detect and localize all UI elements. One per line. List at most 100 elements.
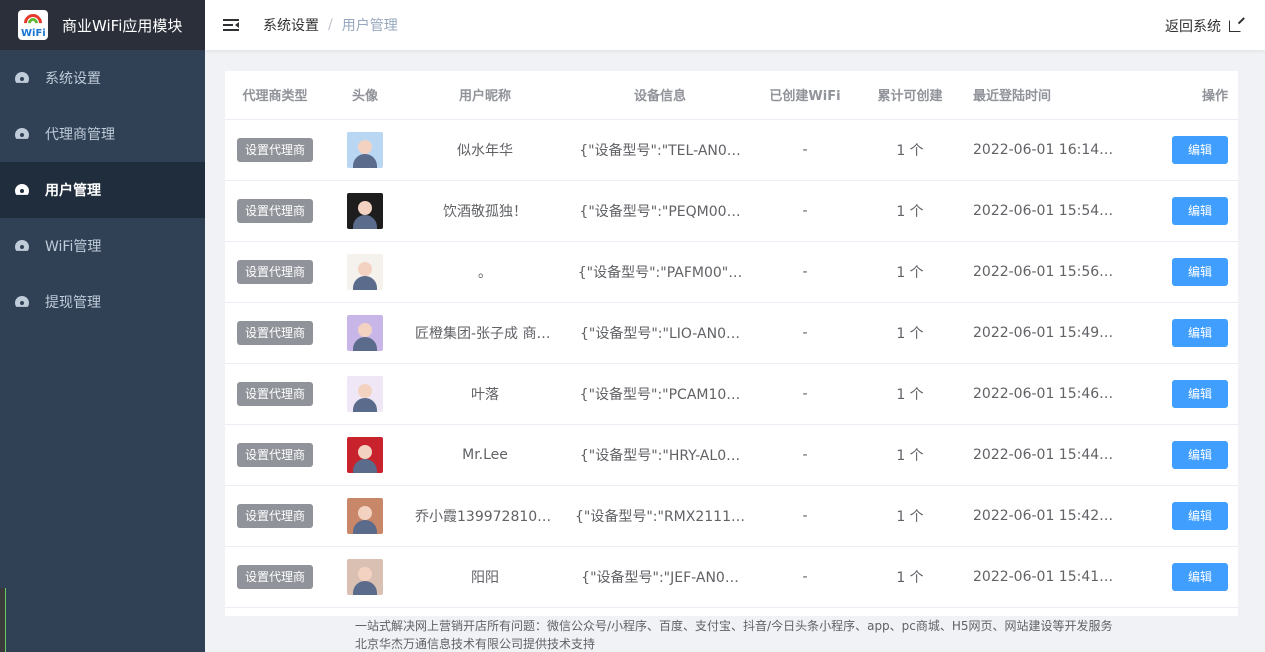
quota-cell: 1 个 xyxy=(855,180,965,242)
footer: 一站式解决网上营销开店所有问题：微信公众号/小程序、百度、支付宝、抖音/今日头条… xyxy=(355,617,1113,652)
actions-cell: 编辑 xyxy=(1125,241,1238,303)
avatar xyxy=(347,436,383,473)
col-actions: 操作 xyxy=(1125,71,1238,120)
edit-button[interactable]: 编辑 xyxy=(1172,196,1228,225)
nickname-cell: 匠橙集团-张子成 商城… xyxy=(405,302,565,364)
sidebar-item-agent-management[interactable]: 代理商管理 xyxy=(0,106,205,162)
last-login-cell: 2022-06-01 15:42:25 xyxy=(965,485,1125,547)
col-created-wifi: 已创建WiFi xyxy=(755,71,855,120)
col-quota: 累计可创建 xyxy=(855,71,965,120)
table-row: 设置代理商 Mr.Lee {"设备型号":"HRY-AL0… -1 个 2022-06-… xyxy=(225,424,1238,486)
set-agent-button[interactable]: 设置代理商 xyxy=(236,259,313,284)
sidebar-item-wifi-management[interactable]: WiFi管理 xyxy=(0,218,205,274)
set-agent-button[interactable]: 设置代理商 xyxy=(236,564,313,589)
agent-type-cell: 设置代理商 xyxy=(225,546,325,608)
sidebar-item-withdrawal-management[interactable]: 提现管理 xyxy=(0,274,205,330)
set-agent-button[interactable]: 设置代理商 xyxy=(236,381,313,406)
user-table-card: 代理商类型 头像 用户昵称 设备信息 已创建WiFi 累计可创建 最近登陆时间 … xyxy=(225,71,1238,616)
avatar-cell xyxy=(325,241,405,303)
actions-cell: 编辑 xyxy=(1125,546,1238,608)
avatar-cell xyxy=(325,180,405,242)
sidebar-item-label: WiFi管理 xyxy=(45,239,102,255)
set-agent-button[interactable]: 设置代理商 xyxy=(236,198,313,223)
last-login-cell: 2022-06-01 15:49:02 xyxy=(965,302,1125,364)
last-login-cell: 2022-06-01 15:54:47 xyxy=(965,180,1125,242)
nickname-cell: Mr.Lee xyxy=(405,424,565,486)
quota-cell: 1 个 xyxy=(855,241,965,303)
set-agent-button[interactable]: 设置代理商 xyxy=(236,320,313,345)
avatar xyxy=(347,497,383,534)
sidebar-item-label: 代理商管理 xyxy=(45,127,115,143)
table-row: 设置代理商 饮酒敬孤独！ {"设备型号":"PEQM00… -1 个 2022-06-0… xyxy=(225,180,1238,242)
set-agent-button[interactable]: 设置代理商 xyxy=(236,442,313,467)
sidebar-item-user-management[interactable]: 用户管理 xyxy=(0,162,205,218)
external-link-icon xyxy=(1229,20,1241,32)
breadcrumb: 系统设置 / 用户管理 xyxy=(263,15,398,35)
device-info-cell: {"设备型号":"HRY-AL0… xyxy=(565,424,755,486)
avatar xyxy=(347,558,383,595)
set-agent-button[interactable]: 设置代理商 xyxy=(236,503,313,528)
edit-button[interactable]: 编辑 xyxy=(1172,379,1228,408)
actions-cell: 编辑 xyxy=(1125,485,1238,547)
avatar xyxy=(347,375,383,412)
back-to-system-link[interactable]: 返回系统 xyxy=(1165,16,1241,36)
dashboard-icon xyxy=(15,184,29,196)
col-last-login: 最近登陆时间 xyxy=(965,71,1125,120)
set-agent-button[interactable]: 设置代理商 xyxy=(236,137,313,162)
sidebar: WiFi 商业WiFi应用模块 系统设置 代理商管理 用户管理 WiFi管理 提… xyxy=(0,0,205,652)
brand[interactable]: WiFi 商业WiFi应用模块 xyxy=(0,0,205,50)
actions-cell: 编辑 xyxy=(1125,180,1238,242)
agent-type-cell: 设置代理商 xyxy=(225,180,325,242)
quota-cell: 1 个 xyxy=(855,424,965,486)
actions-cell: 编辑 xyxy=(1125,363,1238,425)
nickname-cell: 。 xyxy=(405,241,565,303)
device-info-cell: {"设备型号":"TEL-AN0… xyxy=(565,119,755,181)
agent-type-cell: 设置代理商 xyxy=(225,241,325,303)
wifi-logo-icon: WiFi xyxy=(18,10,48,40)
created-wifi-cell: - xyxy=(755,241,855,303)
actions-cell: 编辑 xyxy=(1125,119,1238,181)
edit-button[interactable]: 编辑 xyxy=(1172,135,1228,164)
device-info-cell: {"设备型号":"PAFM00"… xyxy=(565,241,755,303)
edit-button[interactable]: 编辑 xyxy=(1172,257,1228,286)
col-device-info: 设备信息 xyxy=(565,71,755,120)
table-row: 设置代理商 似水年华 {"设备型号":"TEL-AN0… -1 个 2022-06-01… xyxy=(225,119,1238,181)
navbar: 系统设置 / 用户管理 返回系统 xyxy=(205,0,1265,50)
avatar-cell xyxy=(325,424,405,486)
table-row: 设置代理商 匠橙集团-张子成 商城… {"设备型号":"LIO-AN0… -1 个 20… xyxy=(225,302,1238,364)
edit-button[interactable]: 编辑 xyxy=(1172,562,1228,591)
last-login-cell: 2022-06-01 16:14:36 xyxy=(965,119,1125,181)
nickname-cell: 阳阳 xyxy=(405,546,565,608)
sidebar-item-label: 用户管理 xyxy=(45,183,101,199)
quota-cell: 1 个 xyxy=(855,363,965,425)
agent-type-cell: 设置代理商 xyxy=(225,485,325,547)
dashboard-icon xyxy=(15,240,29,252)
footer-services-text: 一站式解决网上营销开店所有问题：微信公众号/小程序、百度、支付宝、抖音/今日头条… xyxy=(355,619,1113,633)
agent-type-cell: 设置代理商 xyxy=(225,424,325,486)
hamburger-menu-icon[interactable] xyxy=(223,19,239,31)
breadcrumb-separator: / xyxy=(328,17,333,33)
last-login-cell: 2022-06-01 15:44:06 xyxy=(965,424,1125,486)
edit-button[interactable]: 编辑 xyxy=(1172,501,1228,530)
sidebar-scroll-handle[interactable] xyxy=(0,588,6,652)
dashboard-icon xyxy=(15,296,29,308)
nickname-cell: 乔小霞13997281076… xyxy=(405,485,565,547)
avatar-cell xyxy=(325,546,405,608)
edit-button[interactable]: 编辑 xyxy=(1172,318,1228,347)
breadcrumb-system-settings[interactable]: 系统设置 xyxy=(263,15,319,35)
dashboard-icon xyxy=(15,72,29,84)
quota-cell: 1 个 xyxy=(855,546,965,608)
created-wifi-cell: - xyxy=(755,180,855,242)
brand-title: 商业WiFi应用模块 xyxy=(62,16,183,35)
sidebar-item-label: 提现管理 xyxy=(45,295,101,311)
main-content: 代理商类型 头像 用户昵称 设备信息 已创建WiFi 累计可创建 最近登陆时间 … xyxy=(205,50,1251,652)
footer-company-text: 北京华杰万通信息技术有限公司提供技术支持 xyxy=(355,637,596,651)
device-info-cell: {"设备型号":"JEF-AN0… xyxy=(565,546,755,608)
edit-button[interactable]: 编辑 xyxy=(1172,440,1228,469)
sidebar-item-system-settings[interactable]: 系统设置 xyxy=(0,50,205,106)
actions-cell: 编辑 xyxy=(1125,424,1238,486)
avatar xyxy=(347,131,383,168)
sidebar-item-label: 系统设置 xyxy=(45,71,101,87)
avatar-cell xyxy=(325,485,405,547)
created-wifi-cell: - xyxy=(755,363,855,425)
